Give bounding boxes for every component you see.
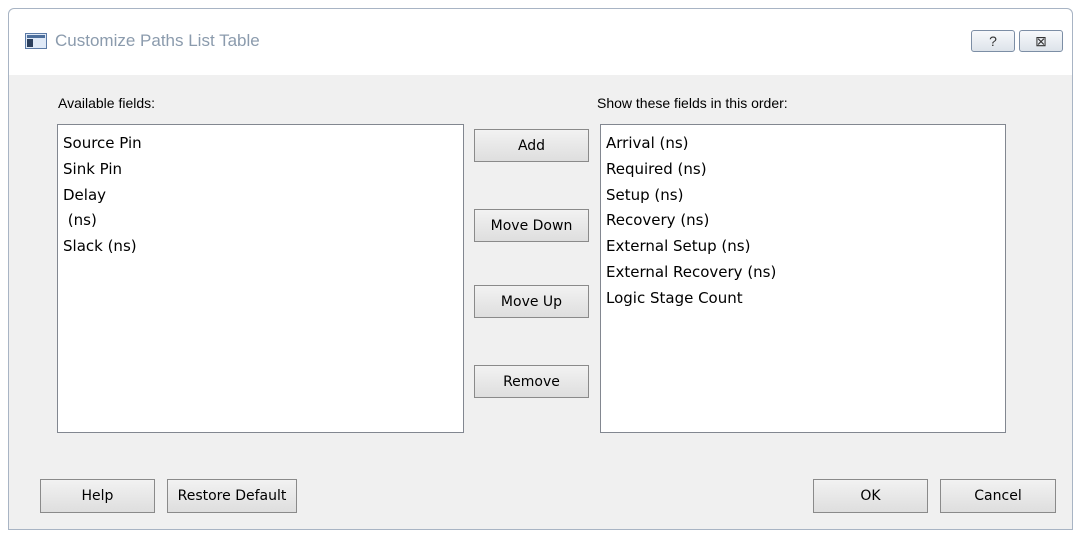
available-fields-label: Available fields: (58, 95, 156, 111)
list-item[interactable]: Setup (ns) (601, 183, 1005, 209)
selected-fields-label: Show these fields in this order: (597, 95, 788, 111)
list-item[interactable]: Sink Pin (58, 157, 463, 183)
remove-button[interactable]: Remove (474, 365, 589, 398)
add-button[interactable]: Add (474, 129, 589, 162)
app-window-icon (25, 33, 47, 49)
list-item[interactable]: External Recovery (ns) (601, 260, 1005, 286)
list-item[interactable]: Slack (ns) (58, 234, 463, 260)
selected-fields-list[interactable]: Arrival (ns) Required (ns) Setup (ns) Recov… (600, 124, 1006, 433)
move-up-button[interactable]: Move Up (474, 285, 589, 318)
list-item[interactable]: External Setup (ns) (601, 234, 1005, 260)
dialog-window: Customize Paths List Table ? ⊠ Available… (8, 8, 1073, 530)
move-down-button[interactable]: Move Down (474, 209, 589, 242)
available-fields-list[interactable]: Source Pin Sink Pin Delay (ns) Slack (ns) (57, 124, 464, 433)
close-button[interactable]: ⊠ (1019, 30, 1063, 52)
list-item[interactable]: Recovery (ns) (601, 208, 1005, 234)
list-item[interactable]: (ns) (58, 208, 463, 234)
restore-default-button[interactable]: Restore Default (167, 479, 297, 513)
list-item[interactable]: Logic Stage Count (601, 286, 1005, 312)
context-help-button[interactable]: ? (971, 30, 1015, 52)
list-item[interactable]: Required (ns) (601, 157, 1005, 183)
title-bar[interactable]: Customize Paths List Table ? ⊠ (9, 9, 1072, 75)
dialog-title: Customize Paths List Table (55, 31, 260, 50)
list-item[interactable]: Source Pin (58, 131, 463, 157)
list-item[interactable]: Delay (58, 183, 463, 209)
help-button[interactable]: Help (40, 479, 155, 513)
ok-button[interactable]: OK (813, 479, 928, 513)
list-item[interactable]: Arrival (ns) (601, 131, 1005, 157)
cancel-button[interactable]: Cancel (940, 479, 1056, 513)
